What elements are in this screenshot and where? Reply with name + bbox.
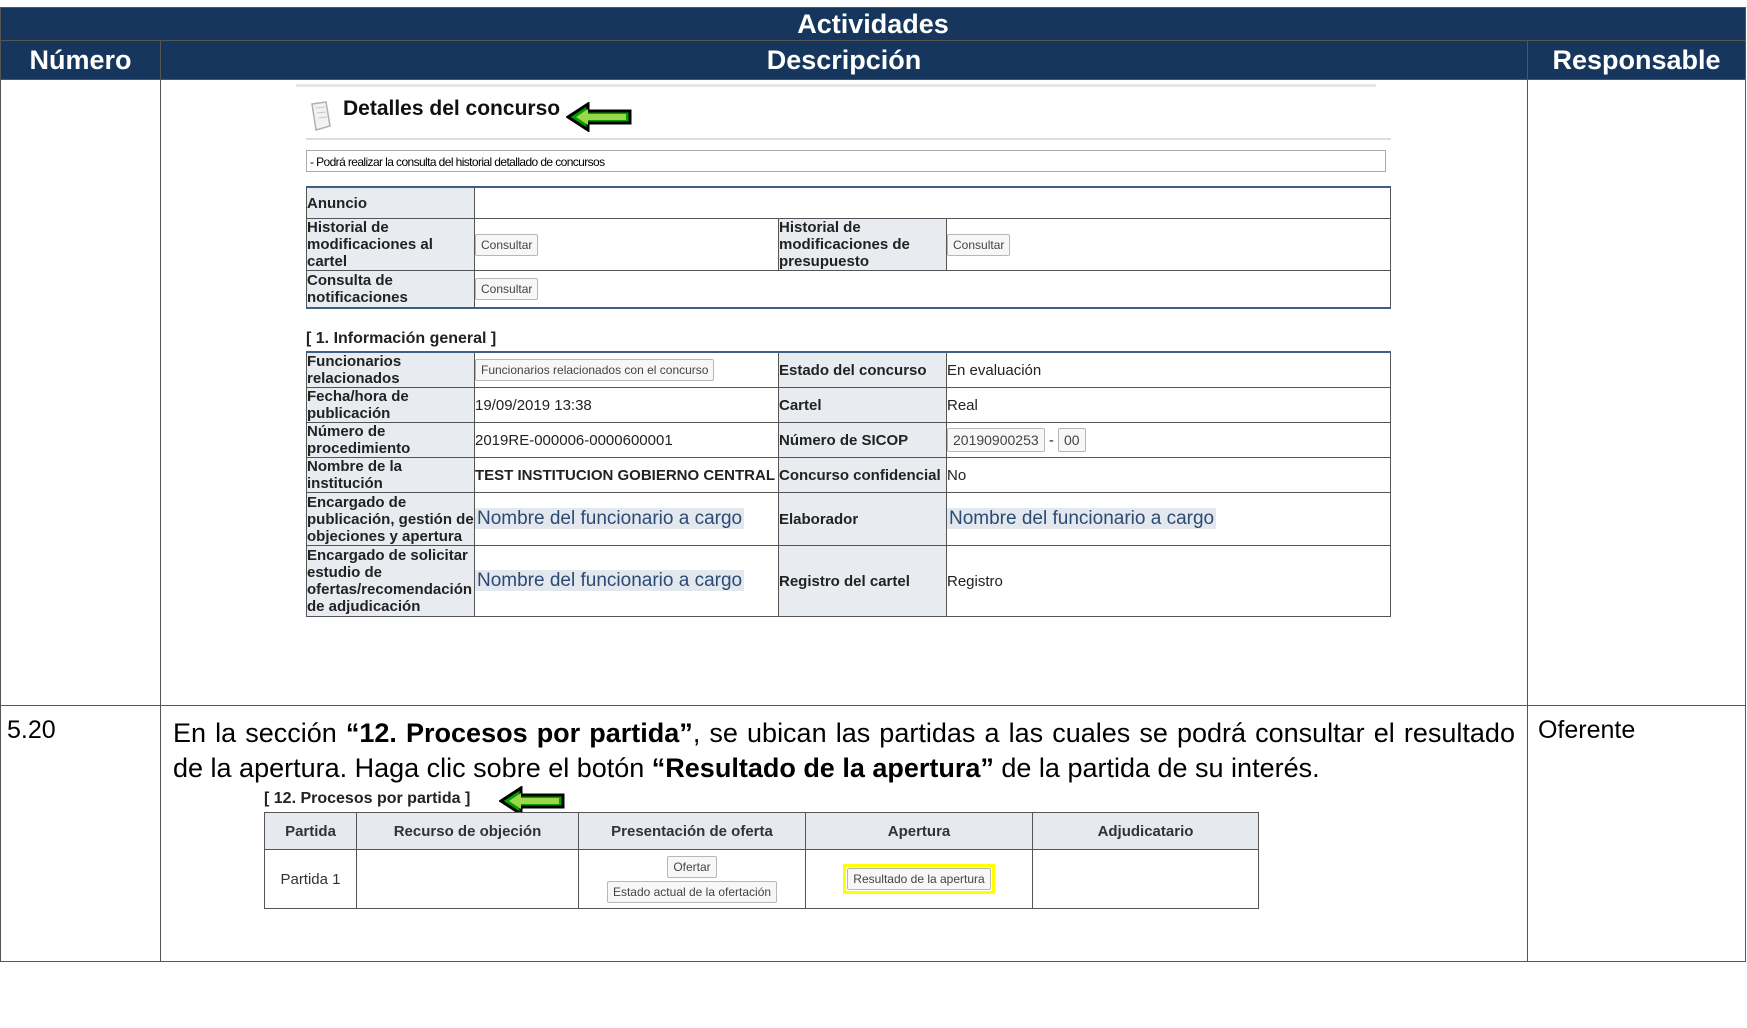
- estado-label: Estado del concurso: [778, 351, 947, 388]
- institucion-label: Nombre de la institución: [306, 457, 475, 493]
- encargado-publicacion-label: Encargado de publicación, gestión de obj…: [306, 492, 475, 546]
- text-run: de la partida de su interés.: [993, 753, 1320, 783]
- description-cell: En la sección “12. Procesos por partida”…: [160, 705, 1528, 962]
- column-header-description: Descripción: [160, 40, 1528, 80]
- header-adjudicatario: Adjudicatario: [1032, 812, 1259, 850]
- table-row: Detalles del concurso - Podrá realizar l…: [0, 79, 1747, 706]
- sicop-value: 20190900253: [947, 428, 1045, 452]
- funcionarios-label: Funcionarios relacionados: [306, 351, 475, 388]
- responsible: Oferente: [1526, 705, 1747, 962]
- anuncio-table: Anuncio Historial de modificaciones al c…: [306, 186, 1391, 309]
- info-general-table: Funcionarios relacionados Funcionarios r…: [306, 351, 1391, 617]
- document-icon: [311, 101, 331, 131]
- page-title: Detalles del concurso: [343, 97, 561, 120]
- header-partida: Partida: [264, 812, 357, 850]
- estado-ofertacion-button[interactable]: Estado actual de la ofertación: [606, 880, 778, 903]
- encargado-solicitar-label: Encargado de solicitar estudio de oferta…: [306, 545, 475, 617]
- estado-value: En evaluación: [946, 351, 1391, 388]
- step-description: En la sección “12. Procesos por partida”…: [161, 706, 1527, 786]
- header-presentacion: Presentación de oferta: [578, 812, 806, 850]
- screenshot-procesos-partida: [ 12. Procesos por partida ] Partida Rec…: [161, 786, 1527, 961]
- consultar-presupuesto-button[interactable]: Consultar: [947, 233, 1011, 256]
- arrow-left-icon: [566, 102, 632, 132]
- recurso-cell: [356, 849, 579, 909]
- description-cell: Detalles del concurso - Podrá realizar l…: [160, 79, 1528, 706]
- consultar-cartel-button[interactable]: Consultar: [475, 233, 539, 256]
- funcionarios-button[interactable]: Funcionarios relacionados con el concurs…: [475, 359, 715, 381]
- hist-cartel-label: Historial de modificaciones al cartel: [306, 218, 475, 271]
- screenshot-detalles-concurso: Detalles del concurso - Podrá realizar l…: [161, 80, 1527, 705]
- divider: [306, 138, 1391, 140]
- presentacion-cell: Ofertar Estado actual de la ofertación: [578, 849, 806, 909]
- highlight-frame: Resultado de la apertura: [843, 864, 995, 894]
- section-title: [ 1. Información general ]: [306, 330, 497, 347]
- registro-value: Registro: [946, 545, 1391, 617]
- document-page: Actividades Número Descripción Responsab…: [0, 0, 1747, 1028]
- funcionario-name: Nombre del funcionario a cargo: [475, 508, 745, 529]
- header-apertura: Apertura: [805, 812, 1033, 850]
- table-row: Partida 1 Ofertar Estado actual de la of…: [264, 849, 1259, 909]
- section-title: [ 12. Procesos por partida ]: [264, 790, 471, 807]
- consultar-notificaciones-button[interactable]: Consultar: [475, 278, 539, 300]
- step-number: 5.20: [0, 705, 161, 962]
- fecha-label: Fecha/hora de publicación: [306, 387, 475, 423]
- column-header-responsible: Responsable: [1526, 40, 1747, 80]
- fecha-value: 19/09/2019 13:38: [474, 387, 779, 423]
- resultado-apertura-button[interactable]: Resultado de la apertura: [847, 868, 991, 890]
- hist-presupuesto-label: Historial de modificaciones de presupues…: [778, 218, 947, 271]
- ofertar-button[interactable]: Ofertar: [667, 855, 717, 878]
- registro-label: Registro del cartel: [778, 545, 947, 617]
- text-run: En la sección: [173, 718, 346, 748]
- divider: [296, 84, 1376, 87]
- header-recurso: Recurso de objeción: [356, 812, 579, 850]
- responsible-cell: [1526, 79, 1747, 706]
- confidencial-label: Concurso confidencial: [778, 457, 947, 493]
- apertura-cell: Resultado de la apertura: [805, 849, 1033, 909]
- anuncio-label: Anuncio: [306, 186, 475, 219]
- bold-section-name: “12. Procesos por partida”: [345, 718, 693, 748]
- cartel-label: Cartel: [778, 387, 947, 423]
- funcionario-name: Nombre del funcionario a cargo: [475, 570, 745, 591]
- table-row: 5.20 En la sección “12. Procesos por par…: [0, 705, 1747, 962]
- elaborador-name: Nombre del funcionario a cargo: [947, 508, 1217, 529]
- table-title: Actividades: [0, 7, 1746, 41]
- sicop-suffix: 00: [1058, 428, 1086, 452]
- bold-button-name: “Resultado de la apertura”: [651, 753, 994, 783]
- procesos-partida-table: Partida Recurso de objeción Presentación…: [264, 812, 1259, 909]
- cartel-value: Real: [946, 387, 1391, 423]
- numproc-label: Número de procedimiento: [306, 422, 475, 458]
- notificaciones-label: Consulta de notificaciones: [306, 270, 475, 309]
- adjudicatario-cell: [1032, 849, 1259, 909]
- info-note: - Podrá realizar la consulta del histori…: [306, 150, 1386, 172]
- numproc-value: 2019RE-000006-0000600001: [474, 422, 779, 458]
- confidencial-value: No: [946, 457, 1391, 493]
- number-cell: [0, 79, 161, 706]
- elaborador-label: Elaborador: [778, 492, 947, 546]
- sicop-label: Número de SICOP: [778, 422, 947, 458]
- partida-name: Partida 1: [264, 849, 357, 909]
- column-header-number: Número: [0, 40, 161, 80]
- institucion-value: TEST INSTITUCION GOBIERNO CENTRAL: [474, 457, 779, 493]
- activities-table: Actividades Número Descripción Responsab…: [0, 7, 1747, 962]
